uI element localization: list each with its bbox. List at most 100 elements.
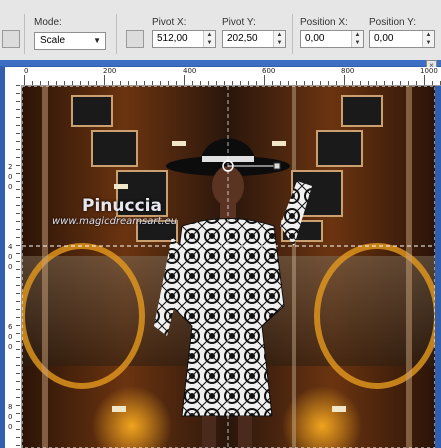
pivot-x-field[interactable]: 512,00 ▲ ▼ [152, 30, 216, 48]
toolbar-separator [24, 14, 25, 54]
position-y-field[interactable]: 0,00 ▲ ▼ [369, 30, 435, 48]
tool-icon[interactable] [2, 30, 20, 48]
ruler-tick [16, 85, 20, 86]
ruler-tick [224, 81, 225, 85]
ruler-tick [16, 93, 20, 94]
ruler-label: 2 [8, 163, 13, 171]
ruler-tick [96, 81, 97, 85]
ruler-tick [344, 75, 345, 85]
ruler-tick [112, 81, 113, 85]
ruler-tick [16, 253, 20, 254]
ruler-tick [104, 75, 105, 85]
spin-arrows-icon[interactable]: ▲ ▼ [273, 31, 285, 47]
spin-arrows-icon[interactable]: ▲ ▼ [422, 31, 434, 47]
tool-options-toolbar: Mode: Scale ▼ Pivot X: 512,00 ▲ ▼ Pivot Y… [0, 0, 441, 61]
ruler-tick [64, 81, 65, 85]
ruler-tick [40, 81, 41, 85]
ruler-tick [16, 333, 20, 334]
position-y-label: Position Y: [369, 17, 417, 28]
position-x-field[interactable]: 0,00 ▲ ▼ [300, 30, 364, 48]
image-canvas[interactable]: Pinuccia www.magicdreamsart.eu [22, 86, 435, 448]
ruler-tick [16, 405, 20, 406]
ruler-tick [16, 365, 20, 366]
ruler-tick [352, 81, 353, 85]
ruler-tick [272, 81, 273, 85]
mode-value: Scale [40, 35, 66, 46]
ruler-tick [176, 81, 177, 85]
ruler-tick [16, 189, 20, 190]
ruler-tick [248, 81, 249, 85]
ruler-tick [16, 245, 20, 246]
ruler-tick [16, 157, 20, 158]
chevron-down-icon: ▼ [93, 36, 101, 45]
ruler-tick [240, 81, 241, 85]
ruler-tick [384, 81, 385, 85]
ruler-tick [16, 229, 20, 230]
ruler-label: 800 [341, 67, 355, 75]
ruler-tick [152, 81, 153, 85]
pivot-y-field[interactable]: 202,50 ▲ ▼ [222, 30, 286, 48]
ruler-tick [416, 81, 417, 85]
ruler-tick [16, 381, 20, 382]
ruler-tick [16, 341, 20, 342]
ruler-label: 600 [262, 67, 276, 75]
mode-label: Mode: [34, 17, 62, 28]
ruler-tick [128, 81, 129, 85]
ruler-label: 4 [8, 243, 13, 251]
ruler-label: 0 [8, 253, 13, 261]
ruler-tick [72, 81, 73, 85]
spin-arrows-icon[interactable]: ▲ ▼ [203, 31, 215, 47]
ruler-tick [16, 165, 20, 166]
ruler-tick [208, 81, 209, 85]
ruler-label: 1000 [420, 67, 438, 75]
ruler-tick [16, 237, 20, 238]
pivot-icon[interactable] [126, 30, 144, 48]
ruler-tick [376, 81, 377, 85]
position-x-label: Position X: [300, 17, 348, 28]
ruler-label: 8 [8, 403, 13, 411]
mode-dropdown[interactable]: Scale ▼ [34, 32, 106, 50]
ruler-tick [16, 133, 20, 134]
ruler-tick [16, 149, 20, 150]
ruler-tick [16, 445, 20, 446]
ruler-tick [24, 75, 25, 85]
ruler-tick [288, 81, 289, 85]
ruler-tick [360, 81, 361, 85]
ruler-tick [16, 277, 20, 278]
ruler-tick [432, 81, 433, 85]
ruler-tick [264, 75, 265, 85]
ruler-tick [88, 81, 89, 85]
ruler-tick [16, 173, 20, 174]
ruler-tick [304, 81, 305, 85]
ruler-tick [168, 81, 169, 85]
pivot-y-value: 202,50 [227, 33, 258, 44]
position-y-value: 0,00 [374, 33, 394, 44]
ruler-tick [280, 81, 281, 85]
horizontal-ruler: 0 200 400 600 800 1000 [21, 67, 441, 86]
ruler-label: 0 [8, 413, 13, 421]
ruler-tick [184, 75, 185, 85]
document-titlebar [0, 60, 441, 66]
ruler-tick [16, 413, 20, 414]
ruler-tick [16, 205, 20, 206]
ruler-tick [136, 81, 137, 85]
ruler-tick [16, 221, 20, 222]
ruler-tick [16, 421, 20, 422]
ruler-tick [320, 81, 321, 85]
artwork-image [22, 86, 435, 448]
ruler-tick [16, 437, 20, 438]
ruler-corner [5, 67, 22, 86]
vertical-ruler: 2 0 0 4 0 0 6 0 0 8 0 0 [5, 85, 22, 448]
ruler-tick [48, 81, 49, 85]
ruler-label: 0 [24, 67, 29, 75]
spin-arrows-icon[interactable]: ▲ ▼ [351, 31, 363, 47]
ruler-tick [16, 269, 20, 270]
ruler-tick [16, 429, 20, 430]
toolbar-separator [116, 14, 117, 54]
ruler-tick [16, 141, 20, 142]
pivot-x-value: 512,00 [157, 33, 188, 44]
ruler-tick [16, 197, 20, 198]
ruler-tick [16, 285, 20, 286]
ruler-tick [16, 317, 20, 318]
pivot-x-label: Pivot X: [152, 17, 187, 28]
